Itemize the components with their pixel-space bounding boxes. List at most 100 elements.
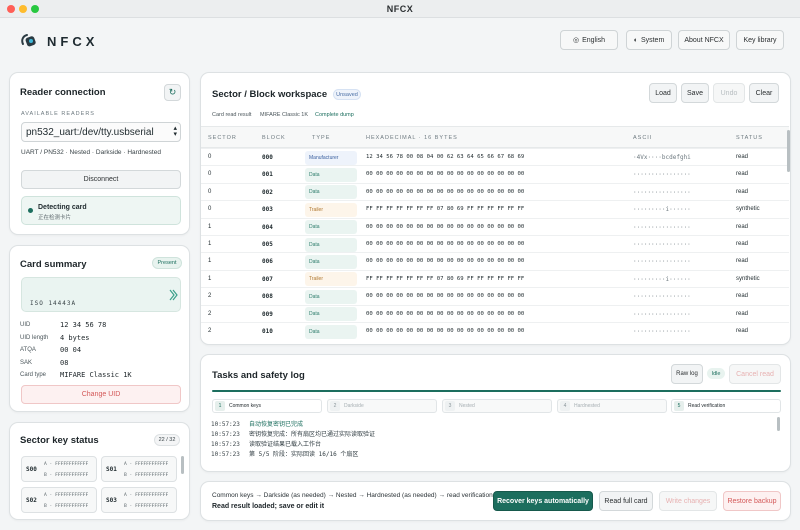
result-source: Card read result [212, 112, 252, 118]
key-b: B · FFFFFFFFFFFF [44, 504, 89, 509]
change-uid-button[interactable]: Change UID [21, 385, 181, 404]
ascii-cell: ·4Vx····bcdefghi [633, 154, 691, 161]
column-sector: SECTOR [208, 135, 237, 141]
sector-id: S01 [106, 466, 117, 473]
table-row[interactable]: 0 002 00 00 00 00 00 00 00 00 00 00 00 00 … [201, 182, 789, 200]
tasks-log-panel: Tasks and safety log Raw log Idle Cancel… [200, 354, 791, 472]
sector-key-card[interactable]: S00 A · FFFFFFFFFFFF B · FFFFFFFFFFFF [21, 456, 97, 482]
recover-keys-button[interactable]: Recover keys automatically [493, 491, 593, 511]
cancel-read-button[interactable]: Cancel read [729, 364, 781, 384]
globe-icon: ◎ [572, 37, 580, 44]
sector-cell: 0 [208, 154, 212, 160]
hex-cell[interactable]: 00 00 00 00 00 00 00 00 00 00 00 00 00 0… [366, 293, 524, 299]
status-cell: read [736, 154, 749, 160]
log-scrollbar[interactable] [777, 417, 780, 431]
reader-select[interactable]: pn532_uart:/dev/tty.usbserial ▴ ▾ [21, 122, 181, 142]
hex-cell[interactable]: 00 00 00 00 00 00 00 00 00 00 00 00 00 0… [366, 328, 524, 334]
hex-cell[interactable]: FF FF FF FF FF FF FF 07 80 69 FF FF FF F… [366, 206, 524, 212]
sak-value: 08 [60, 359, 69, 367]
sector-key-card[interactable]: S01 A · FFFFFFFFFFFF B · FFFFFFFFFFFF [101, 456, 177, 482]
available-readers-label: AVAILABLE READERS [21, 111, 95, 117]
select-arrows-icon: ▴ ▾ [173, 125, 177, 138]
hex-cell[interactable]: 00 00 00 00 00 00 00 00 00 00 00 00 00 0… [366, 171, 524, 177]
table-row[interactable]: 2 008 00 00 00 00 00 00 00 00 00 00 00 00 … [201, 287, 789, 304]
table-row[interactable]: 1 007 FF FF FF FF FF FF FF 07 80 69 FF FF … [201, 269, 789, 287]
card-type-value: MIFARE Classic 1K [60, 371, 132, 379]
task-progress-bar [212, 390, 781, 392]
table-row[interactable]: 0 001 00 00 00 00 00 00 00 00 00 00 00 00 … [201, 165, 789, 182]
log-time: 10:57:23 [211, 451, 240, 458]
block-cell: 003 [262, 206, 273, 214]
status-cell: read [736, 188, 749, 195]
workspace-title: Sector / Block workspace [212, 89, 328, 100]
disconnect-button[interactable]: Disconnect [21, 170, 181, 189]
key-count-badge: 22 / 32 [154, 434, 180, 446]
table-row[interactable]: 2 010 00 00 00 00 00 00 00 00 00 00 00 00 … [201, 322, 789, 339]
block-cell: 006 [262, 258, 273, 266]
table-row[interactable]: 1 006 00 00 00 00 00 00 00 00 00 00 00 00 … [201, 252, 789, 269]
column-ascii: ASCII [633, 135, 653, 141]
step-number: 2 [330, 401, 340, 411]
load-button[interactable]: Load [649, 83, 677, 103]
log-message: 读取验证结果已载入工作台 [249, 441, 322, 448]
ascii-cell: ·········i······ [633, 206, 691, 214]
restore-backup-button[interactable]: Restore backup [723, 491, 781, 511]
hex-cell[interactable]: 12 34 56 78 00 08 04 00 62 63 64 65 66 6… [366, 154, 524, 160]
log-message: 第 5/5 阶段：实际回读 16/16 个扇区 [249, 451, 359, 458]
about-label: About NFCX [684, 36, 724, 44]
status-dot-icon [28, 208, 33, 213]
table-header: SECTOR BLOCK TYPE HEXADECIMAL · 16 BYTES… [201, 126, 789, 148]
type-chip: Data [305, 289, 357, 304]
nfc-logo-icon [21, 34, 36, 47]
refresh-icon: ↻ [168, 87, 177, 97]
key-library-button[interactable]: Key library [736, 30, 784, 50]
hex-cell[interactable]: 00 00 00 00 00 00 00 00 00 00 00 00 00 0… [366, 311, 524, 317]
sector-key-card[interactable]: S03 A · FFFFFFFFFFFF B · FFFFFFFFFFFF [101, 487, 177, 513]
step-hardnested: 4 Hardnested [557, 399, 667, 413]
type-chip: Data [305, 220, 357, 235]
hex-cell[interactable]: 00 00 00 00 00 00 00 00 00 00 00 00 00 0… [366, 189, 524, 195]
log-time: 10:57:23 [211, 431, 240, 438]
sector-key-status-panel: Sector key status 22 / 32 S00 A · FFFFFF… [9, 422, 190, 520]
clear-button[interactable]: Clear [749, 83, 779, 103]
log-entry: 10:57:23 自动恢复密钥已完成 [211, 419, 303, 428]
status-title: Detecting card [38, 204, 87, 211]
table-scrollbar[interactable] [787, 130, 790, 172]
log-entry: 10:57:23 第 5/5 阶段：实际回读 16/16 个扇区 [211, 449, 358, 458]
table-row[interactable]: 2 009 00 00 00 00 00 00 00 00 00 00 00 00 … [201, 304, 789, 322]
key-list-scrollbar[interactable] [181, 456, 184, 474]
about-button[interactable]: About NFCX [678, 30, 730, 50]
sector-cell: 0 [208, 171, 212, 178]
contrast-icon: ◐ [633, 36, 638, 44]
theme-label: System [640, 36, 665, 44]
table-row[interactable]: 0 000 12 34 56 78 00 08 04 00 62 63 64 65 … [201, 148, 789, 165]
hex-cell[interactable]: 00 00 00 00 00 00 00 00 00 00 00 00 00 0… [366, 224, 524, 230]
undo-button[interactable]: Undo [713, 83, 745, 103]
type-chip: Data [305, 167, 357, 182]
action-bar: Common keys → Darkside (as needed) → Nes… [200, 481, 791, 521]
raw-log-button[interactable]: Raw log [671, 364, 703, 384]
uid-length-value: 4 bytes [60, 334, 90, 342]
sector-cell: 2 [208, 310, 212, 317]
table-row[interactable]: 1 005 00 00 00 00 00 00 00 00 00 00 00 00 … [201, 235, 789, 252]
hex-cell[interactable]: FF FF FF FF FF FF FF 07 80 69 FF FF FF F… [366, 276, 524, 282]
ascii-cell: ················ [633, 188, 691, 196]
save-button[interactable]: Save [681, 83, 709, 103]
status-cell: read [736, 310, 749, 317]
block-cell: 007 [262, 275, 273, 283]
sector-key-card[interactable]: S02 A · FFFFFFFFFFFF B · FFFFFFFFFFFF [21, 487, 97, 513]
read-full-card-button[interactable]: Read full card [599, 491, 653, 511]
hex-cell[interactable]: 00 00 00 00 00 00 00 00 00 00 00 00 00 0… [366, 241, 524, 247]
ascii-cell: ················ [633, 241, 691, 248]
step-number: 3 [445, 401, 455, 411]
ascii-cell: ················ [633, 171, 691, 179]
key-a: A · FFFFFFFFFFFF [124, 493, 169, 498]
language-label: English [582, 36, 606, 44]
write-changes-button[interactable]: Write changes [659, 491, 717, 511]
language-button[interactable]: ◎ English [560, 30, 618, 50]
refresh-readers-button[interactable]: ↻ [164, 84, 181, 101]
theme-button[interactable]: ◐ System [626, 30, 672, 50]
hex-cell[interactable]: 00 00 00 00 00 00 00 00 00 00 00 00 00 0… [366, 258, 524, 264]
table-row[interactable]: 1 004 00 00 00 00 00 00 00 00 00 00 00 00 … [201, 217, 789, 235]
table-row[interactable]: 0 003 FF FF FF FF FF FF FF 07 80 69 FF FF … [201, 200, 789, 217]
